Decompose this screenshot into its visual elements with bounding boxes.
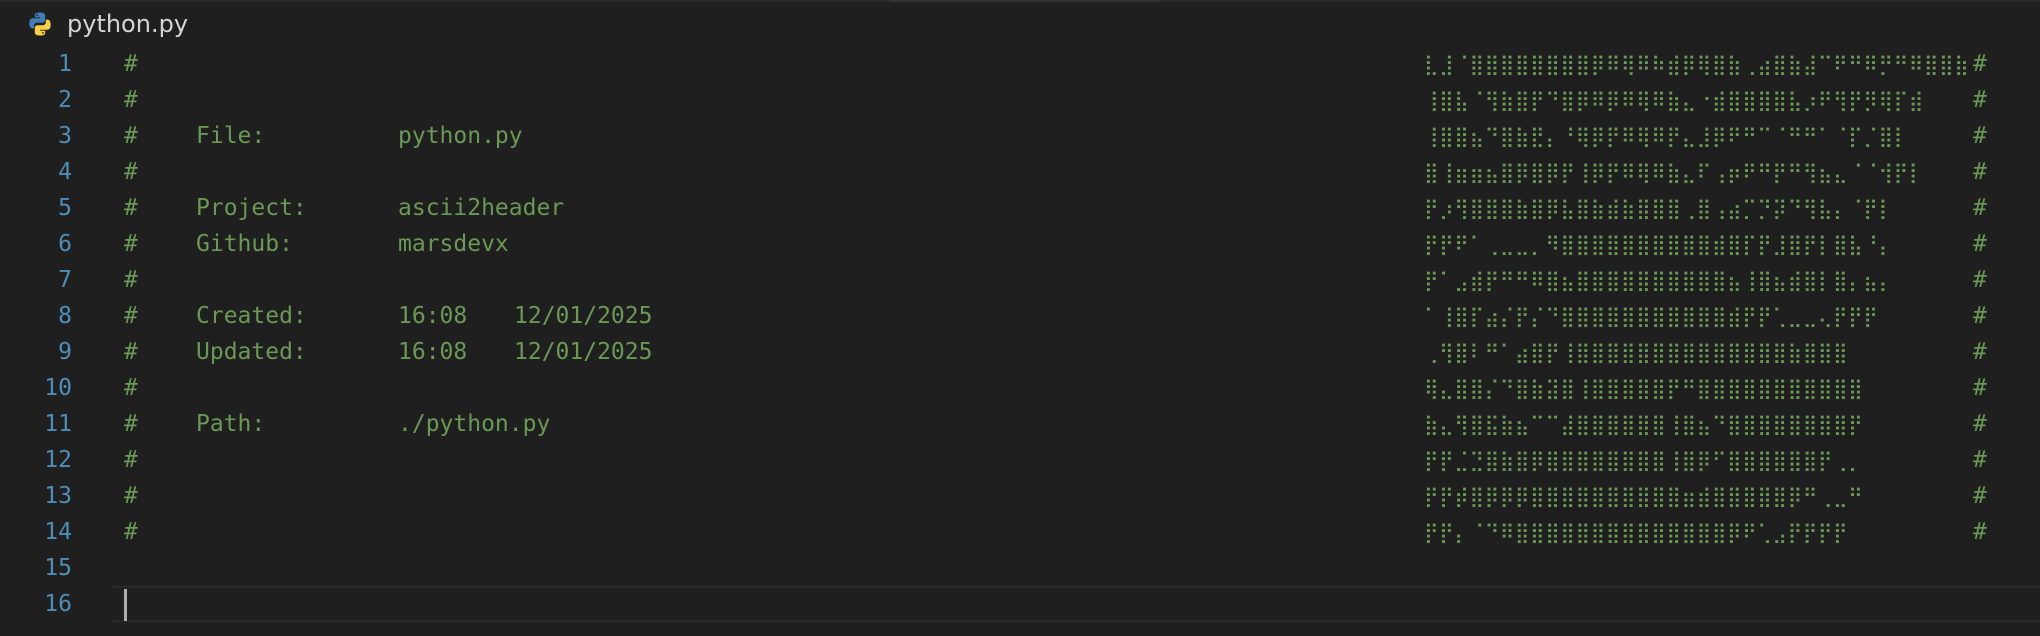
line-number: 2 <box>58 87 72 113</box>
line-number: 3 <box>58 123 72 149</box>
comment-hash: # <box>124 87 138 113</box>
header-value: 16:08 <box>398 339 468 365</box>
header-value: 16:08 <box>398 303 468 329</box>
line-number: 13 <box>44 483 72 509</box>
code-line[interactable]: 5 # Project: ascii2header ⡟⡰⢻⣿⣿⣿⣷⣿⡿⣧⣿⣷⣾⣷… <box>0 190 2040 226</box>
comment-hash-right: # <box>1973 483 1987 509</box>
ascii-art-row: ⢀⢻⣿⠇⠛⠁⣴⣿⡟⢸⣿⣿⣿⣿⣿⣿⣿⣿⣿⣿⣿⣿⣿⣿⣷⣿⣿⣿ <box>1424 340 1849 364</box>
code-line[interactable]: 14 # ⡟⡟⡄⠈⠙⠿⣿⣿⣿⣿⣿⣿⣿⣿⣿⣿⣿⣿⣿⣿⡿⠟⢁⣠⡟⡟⡟⡟ # <box>0 514 2040 550</box>
tab-bar: python.py <box>0 0 2040 46</box>
ascii-art-row: ⡟⡰⢻⣿⣿⣿⣷⣿⡿⣧⣿⣷⣾⣷⣿⣿⣿⢀⣿⢠⣴⡉⡙⡽⠙⢻⣧⡄⠈⡟⡇ <box>1424 196 1894 220</box>
comment-hash-right: # <box>1973 123 1987 149</box>
comment-hash: # <box>124 303 138 329</box>
line-number: 14 <box>44 519 72 545</box>
line-number: 4 <box>58 159 72 185</box>
header-value: python.py <box>398 123 523 149</box>
header-key: File: <box>196 123 266 149</box>
header-key: Path: <box>196 411 266 437</box>
code-line[interactable]: 1 # ⣇⣸⠈⣿⣿⣿⣿⣿⣿⣿⣿⡿⠿⢿⠿⠷⣾⡿⢿⣿⣷⢀⣴⣿⣷⣼⠉⠟⠛⠿⡛⠛⠿⣿⣿⣷… <box>0 46 2040 82</box>
comment-hash: # <box>124 267 138 293</box>
header-value: ./python.py <box>398 411 551 437</box>
code-line[interactable]: 12 # ⡟⡟⣈⣙⣿⣷⣿⡿⣿⣿⣿⣿⣿⣿⣿⣿⢸⣿⡿⠋⣿⣿⣿⣿⣿⣿⡟⢀⡀ # <box>0 442 2040 478</box>
comment-hash-right: # <box>1973 195 1987 221</box>
comment-hash-right: # <box>1973 303 1987 329</box>
ascii-art-row: ⡟⡟⡄⠈⠙⠿⣿⣿⣿⣿⣿⣿⣿⣿⣿⣿⣿⣿⣿⣿⡿⠟⢁⣠⡟⡟⡟⡟ <box>1424 520 1849 544</box>
comment-hash: # <box>124 231 138 257</box>
tab-bar-highlight <box>890 0 1160 2</box>
code-line[interactable]: 8 # Created: 16:08 12/01/2025 ⠁⢸⣿⡏⣴⡌⡟⡌⠙⣿… <box>0 298 2040 334</box>
ascii-art-row: ⡟⡟⠟⠁⢀⣀⣀⡀⠻⣿⣿⣿⣿⣿⣿⣿⣿⣿⣿⣾⣿⡏⡟⣸⣿⡟⡇⣿⣧⠘⡄ <box>1424 232 1894 256</box>
ascii-art-row: ⠁⢸⣿⡏⣴⡌⡟⡌⠙⣿⣿⣿⣿⣿⣿⣿⣿⣿⣿⣿⣾⡟⡟⢁⣀⣀⢄⡟⡟⡟ <box>1424 304 1879 328</box>
header-value: ascii2header <box>398 195 565 221</box>
ascii-art-row: ⢸⣿⣿⣦⠙⣿⣷⣟⡄⠘⢿⡿⡟⠿⢿⠿⡟⣄⣸⡿⠟⠛⠉⠈⠛⠛⠁⠈⡏⡈⣿⡇ <box>1424 124 1909 148</box>
python-icon <box>29 12 51 36</box>
comment-hash: # <box>124 123 138 149</box>
line-number: 7 <box>58 267 72 293</box>
code-line[interactable]: 7 # ⡟⠁⣠⣾⡟⠛⠛⠿⣿⣦⣿⣿⣿⣿⣿⣿⣿⣿⣿⣿⣦⢸⣿⣦⣾⣿⡇⣿⡄⣦⡄ # <box>0 262 2040 298</box>
header-value-2: 12/01/2025 <box>514 303 653 329</box>
tab-label: python.py <box>67 10 189 38</box>
line-number: 12 <box>44 447 72 473</box>
code-line[interactable]: 11 # Path: ./python.py ⣷⣄⢻⣿⣯⣷⣦⠉⠉⣼⣿⣿⣿⣿⣿⣿⢸… <box>0 406 2040 442</box>
comment-hash-right: # <box>1973 231 1987 257</box>
code-line[interactable]: 9 # Updated: 16:08 12/01/2025 ⢀⢻⣿⠇⠛⠁⣴⣿⡟⢸… <box>0 334 2040 370</box>
comment-hash-right: # <box>1973 447 1987 473</box>
comment-hash: # <box>124 375 138 401</box>
comment-hash: # <box>124 51 138 77</box>
ascii-art-row: ⣿⢸⣶⣶⣦⣿⡿⣿⡿⡟⢸⡿⡟⠿⢿⠿⣷⣄⠏⢠⡶⠟⠛⡟⠛⢻⣦⣄⠈⠈⢺⡟⡇ <box>1424 160 1924 184</box>
code-line-current[interactable]: 16 <box>0 586 2040 622</box>
ascii-art-row: ⡟⡟⡾⣿⡿⡿⡿⣿⣿⣿⣿⣿⣿⣿⣿⣿⣿⣶⣾⣿⣿⣿⣿⣿⡿⠛⢀⣀⠛ <box>1424 484 1864 508</box>
comment-hash-right: # <box>1973 339 1987 365</box>
ascii-art-row: ⡟⡟⣈⣙⣿⣷⣿⡿⣿⣿⣿⣿⣿⣿⣿⣿⢸⣿⡿⠋⣿⣿⣿⣿⣿⣿⡟⢀⡀ <box>1424 448 1864 472</box>
comment-hash-right: # <box>1973 411 1987 437</box>
comment-hash-right: # <box>1973 267 1987 293</box>
tab-python-py[interactable]: python.py <box>0 2 220 46</box>
ascii-art-row: ⢸⣿⣧⠈⢻⣷⣿⡟⠙⣿⡿⠿⡿⠿⢿⠿⣷⣄⠐⣾⣿⣿⣿⣿⣧⡰⠟⢻⡟⡻⢿⡏⣾ <box>1424 88 1924 112</box>
line-number: 15 <box>44 555 72 581</box>
header-key: Created: <box>196 303 307 329</box>
code-line[interactable]: 15 <box>0 550 2040 586</box>
ascii-art-row: ⡟⠁⣠⣾⡟⠛⠛⠿⣿⣦⣿⣿⣿⣿⣿⣿⣿⣿⣿⣿⣦⢸⣿⣦⣾⣿⡇⣿⡄⣦⡄ <box>1424 268 1894 292</box>
line-number: 10 <box>44 375 72 401</box>
comment-hash: # <box>124 483 138 509</box>
line-number: 9 <box>58 339 72 365</box>
comment-hash-right: # <box>1973 51 1987 77</box>
line-number: 11 <box>44 411 72 437</box>
comment-hash-right: # <box>1973 375 1987 401</box>
header-value-2: 12/01/2025 <box>514 339 653 365</box>
code-line[interactable]: 3 # File: python.py ⢸⣿⣿⣦⠙⣿⣷⣟⡄⠘⢿⡿⡟⠿⢿⠿⡟⣄⣸⡿… <box>0 118 2040 154</box>
comment-hash: # <box>124 159 138 185</box>
header-key: Updated: <box>196 339 307 365</box>
comment-hash: # <box>124 447 138 473</box>
comment-hash: # <box>124 339 138 365</box>
comment-hash: # <box>124 519 138 545</box>
ascii-art-row: ⣇⣸⠈⣿⣿⣿⣿⣿⣿⣿⣿⡿⠿⢿⠿⠷⣾⡿⢿⣿⣷⢀⣴⣿⣷⣼⠉⠟⠛⠿⡛⠛⠿⣿⣿⣷ <box>1424 52 1970 76</box>
code-editor[interactable]: 1 # ⣇⣸⠈⣿⣿⣿⣿⣿⣿⣿⣿⡿⠿⢿⠿⠷⣾⡿⢿⣿⣷⢀⣴⣿⣷⣼⠉⠟⠛⠿⡛⠛⠿⣿⣿⣷… <box>0 46 2040 636</box>
code-line[interactable]: 13 # ⡟⡟⡾⣿⡿⡿⡿⣿⣿⣿⣿⣿⣿⣿⣿⣿⣿⣶⣾⣿⣿⣿⣿⣿⡿⠛⢀⣀⠛ # <box>0 478 2040 514</box>
header-key: Project: <box>196 195 307 221</box>
comment-hash-right: # <box>1973 159 1987 185</box>
ascii-art-row: ⣷⣄⢻⣿⣯⣷⣦⠉⠉⣼⣿⣿⣿⣿⣿⣿⢸⣿⣦⠙⣿⣿⣿⣿⣿⣿⣿⣿⡟ <box>1424 412 1864 436</box>
comment-hash: # <box>124 411 138 437</box>
comment-hash: # <box>124 195 138 221</box>
ascii-art-row: ⢿⣄⣿⣿⡌⠙⣿⣷⣽⣿⢸⣿⣿⣿⣿⣿⡟⠛⣿⣿⣿⣿⣿⣿⣿⣿⣿⣿⣿ <box>1424 376 1864 400</box>
line-number: 16 <box>44 591 72 617</box>
code-line[interactable]: 10 # ⢿⣄⣿⣿⡌⠙⣿⣷⣽⣿⢸⣿⣿⣿⣿⣿⡟⠛⣿⣿⣿⣿⣿⣿⣿⣿⣿⣿⣿ # <box>0 370 2040 406</box>
code-line[interactable]: 4 # ⣿⢸⣶⣶⣦⣿⡿⣿⡿⡟⢸⡿⡟⠿⢿⠿⣷⣄⠏⢠⡶⠟⠛⡟⠛⢻⣦⣄⠈⠈⢺⡟⡇ # <box>0 154 2040 190</box>
line-number: 1 <box>58 51 72 77</box>
line-number: 6 <box>58 231 72 257</box>
code-line[interactable]: 2 # ⢸⣿⣧⠈⢻⣷⣿⡟⠙⣿⡿⠿⡿⠿⢿⠿⣷⣄⠐⣾⣿⣿⣿⣿⣧⡰⠟⢻⡟⡻⢿⡏⣾ # <box>0 82 2040 118</box>
header-key: Github: <box>196 231 293 257</box>
comment-hash-right: # <box>1973 519 1987 545</box>
header-value: marsdevx <box>398 231 509 257</box>
code-line[interactable]: 6 # Github: marsdevx ⡟⡟⠟⠁⢀⣀⣀⡀⠻⣿⣿⣿⣿⣿⣿⣿⣿⣿⣿… <box>0 226 2040 262</box>
comment-hash-right: # <box>1973 87 1987 113</box>
line-number: 8 <box>58 303 72 329</box>
line-number: 5 <box>58 195 72 221</box>
